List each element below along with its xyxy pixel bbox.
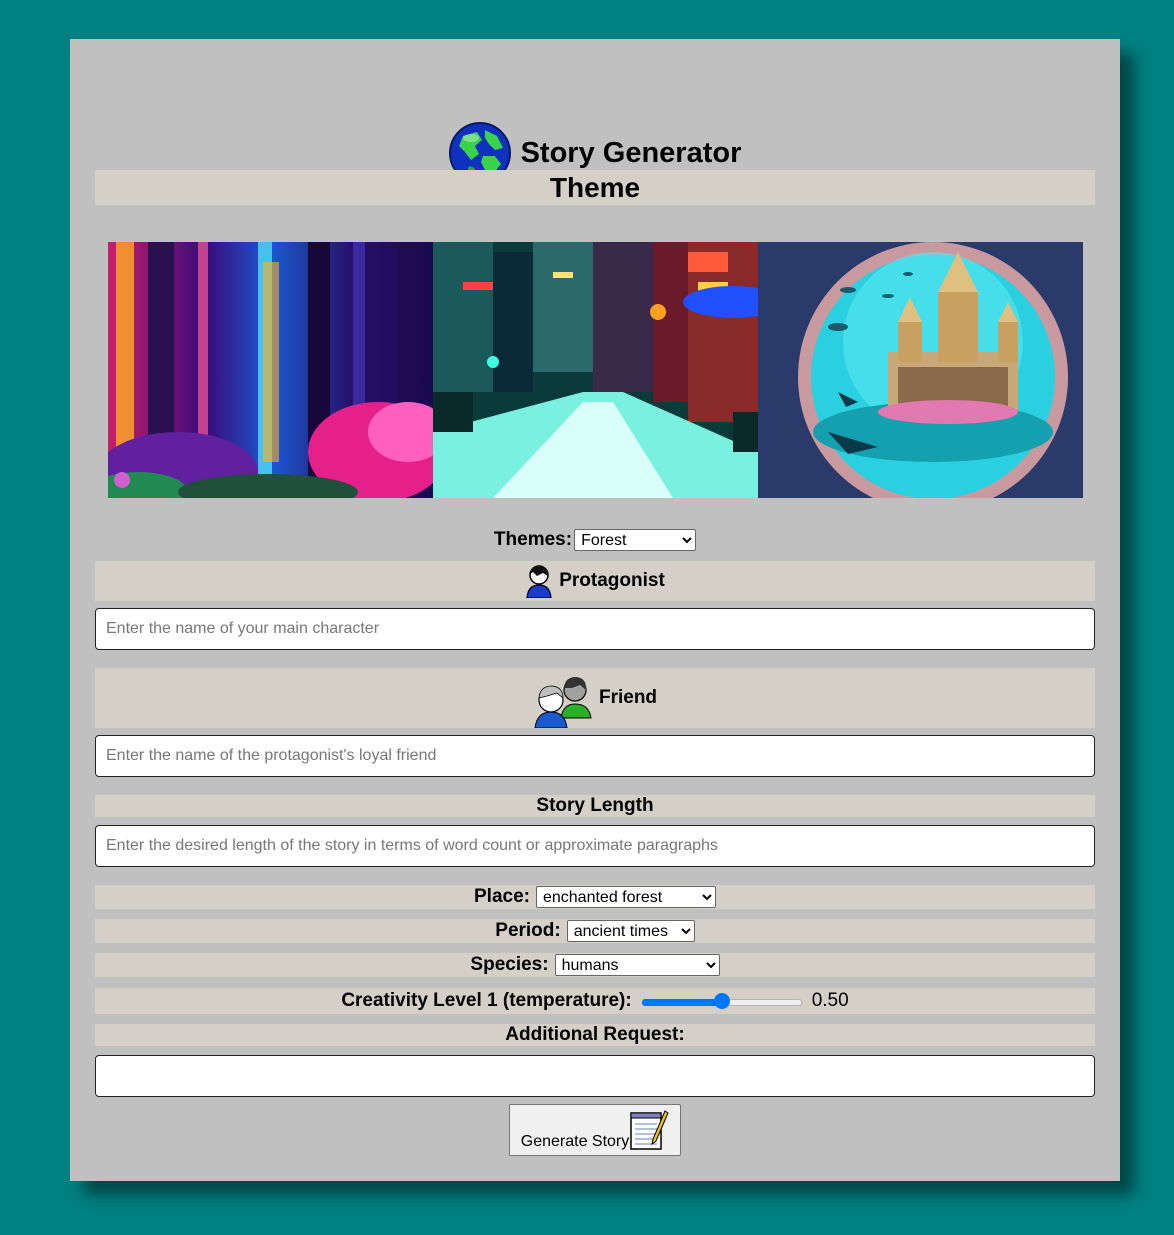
length-section-header: Story Length — [95, 795, 1095, 817]
themes-select[interactable]: Forest — [574, 529, 697, 551]
species-select[interactable]: humans — [554, 954, 720, 976]
period-row: Period: ancient times — [95, 919, 1095, 943]
protagonist-title: Protagonist — [559, 570, 665, 591]
additional-title: Additional Request: — [505, 1024, 685, 1045]
length-title: Story Length — [536, 795, 654, 816]
place-row: Place: enchanted forest — [95, 885, 1095, 909]
friend-input[interactable] — [95, 735, 1095, 777]
friend-section-header: Friend — [95, 668, 1095, 728]
people-icon — [534, 677, 592, 728]
species-label: Species: — [470, 954, 549, 975]
slider-fill — [641, 999, 722, 1006]
theme-title: Theme — [549, 171, 641, 203]
page-title: Story Generator — [520, 136, 742, 169]
additional-section-header: Additional Request: — [95, 1024, 1095, 1046]
themes-row: Themes: Forest — [70, 527, 1120, 553]
creativity-slider[interactable] — [641, 993, 802, 1009]
friend-title: Friend — [598, 687, 658, 708]
creativity-row: Creativity Level 1 (temperature): 0.50 — [95, 988, 1095, 1014]
additional-request-input[interactable] — [95, 1055, 1095, 1097]
species-row: Species: humans — [95, 953, 1095, 977]
forest-theme-image[interactable] — [108, 242, 433, 498]
period-select[interactable]: ancient times — [566, 920, 695, 942]
place-label: Place: — [474, 886, 530, 907]
theme-section-header: Theme — [95, 170, 1095, 205]
period-label: Period: — [495, 920, 561, 941]
story-length-input[interactable] — [95, 825, 1095, 867]
slider-thumb[interactable] — [713, 993, 730, 1009]
main-panel: Story Generator Theme Themes: Forest Pro… — [70, 39, 1120, 1181]
city-theme-image[interactable] — [433, 242, 758, 498]
creativity-label: Creativity Level 1 (temperature): — [341, 990, 632, 1011]
generate-story-button[interactable]: Generate Story — [509, 1104, 681, 1156]
person-icon — [526, 565, 552, 598]
protagonist-section-header: Protagonist — [95, 561, 1095, 601]
themes-label: Themes: — [493, 529, 573, 550]
creativity-value: 0.50 — [811, 990, 849, 1011]
underwater-theme-image[interactable] — [758, 242, 1083, 498]
protagonist-input[interactable] — [95, 608, 1095, 650]
place-select[interactable]: enchanted forest — [535, 886, 716, 908]
notepad-icon — [630, 1110, 669, 1150]
generate-story-label: Generate Story — [520, 1133, 630, 1150]
theme-images — [108, 242, 1083, 498]
